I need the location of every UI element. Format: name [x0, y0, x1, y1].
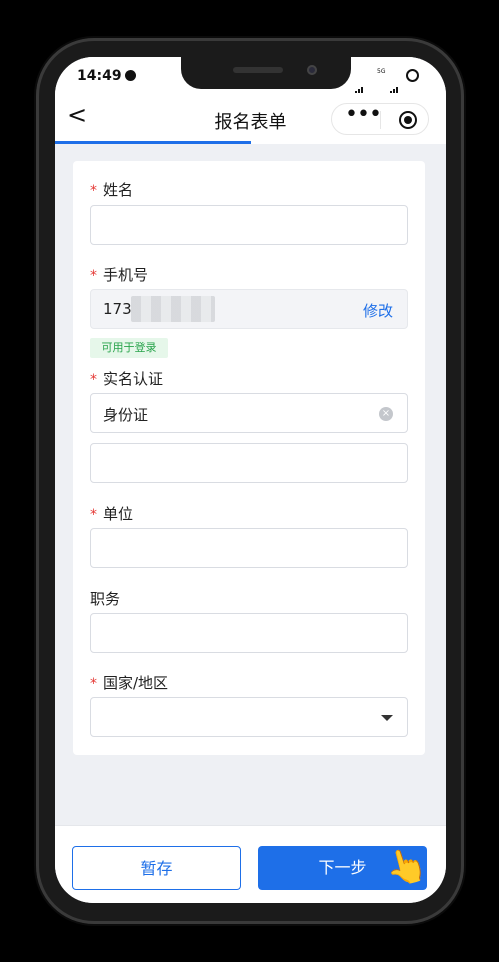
company-label: * 单位 — [90, 503, 133, 524]
id-type-select[interactable]: 身份证 × — [90, 393, 408, 433]
signal-label-2: 5G — [377, 68, 386, 75]
edit-phone-button[interactable]: 修改 — [363, 300, 393, 321]
realname-label: * 实名认证 — [90, 368, 163, 389]
more-icon[interactable]: ••• — [344, 104, 382, 130]
speaker — [233, 67, 283, 73]
company-label-text: 单位 — [103, 505, 134, 523]
required-mark: * — [90, 183, 97, 199]
company-input[interactable] — [90, 528, 408, 568]
name-label: * 姓名 — [90, 179, 133, 200]
required-mark: * — [90, 507, 97, 523]
id-type-value: 身份证 — [103, 406, 149, 424]
realname-label-text: 实名认证 — [103, 370, 164, 388]
time-text: 14:49 — [77, 68, 122, 84]
country-select[interactable] — [90, 697, 408, 737]
notch — [181, 57, 351, 89]
position-label: 职务 — [90, 590, 121, 608]
name-label-text: 姓名 — [103, 181, 134, 199]
capsule-divider — [380, 111, 381, 129]
phone-field: 173 修改 — [90, 289, 408, 329]
nav-bar: < 报名表单 ••• — [55, 93, 446, 143]
name-input[interactable] — [90, 205, 408, 245]
country-label: * 国家/地区 — [90, 672, 168, 693]
progress-fill — [55, 141, 251, 144]
save-draft-button[interactable]: 暂存 — [72, 846, 241, 890]
clear-icon[interactable]: × — [379, 407, 393, 421]
app-screen: 14:49 5G 5G < 报名表单 ••• *姓名 *手机号 173 修改 可… — [55, 57, 446, 903]
notification-icon — [124, 70, 136, 81]
id-number-input[interactable] — [90, 443, 408, 483]
login-capable-tag: 可用于登录 — [90, 338, 168, 358]
battery-icon — [406, 69, 419, 82]
phone-label: * 手机号 — [90, 264, 148, 285]
required-mark: * — [90, 372, 97, 388]
required-mark: * — [90, 268, 97, 284]
country-label-text: 国家/地区 — [103, 674, 169, 692]
form-card: * 姓名 * 手机号 173 修改 可用于登录 * 实名认证 身份证 × * 单位 职务… — [73, 161, 425, 755]
phone-value: 173 — [103, 300, 132, 318]
required-mark: * — [90, 676, 97, 692]
position-input[interactable] — [90, 613, 408, 653]
chevron-down-icon — [381, 715, 393, 721]
progress-bar — [55, 141, 446, 144]
close-miniprogram-icon[interactable] — [399, 111, 417, 129]
camera — [307, 65, 317, 75]
mini-program-capsule: ••• — [331, 103, 429, 135]
status-time: 14:49 — [77, 68, 136, 84]
masked-phone-digits — [131, 296, 215, 322]
phone-label-text: 手机号 — [103, 266, 149, 284]
